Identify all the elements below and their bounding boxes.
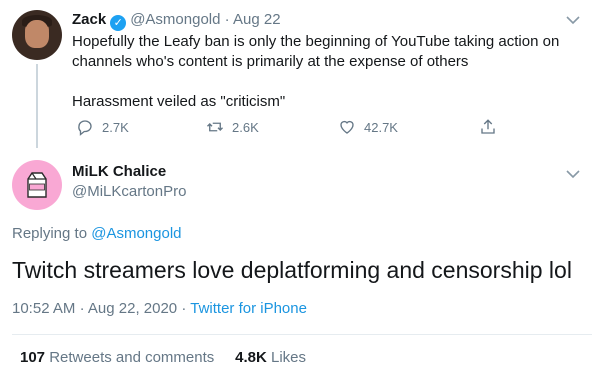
avatar-face	[25, 20, 49, 48]
retweets-count: 107	[20, 349, 46, 366]
parent-more-button[interactable]	[566, 12, 580, 30]
retweets-stat-link[interactable]: 107 Retweets and comments	[20, 349, 214, 366]
reply-count: 2.7K	[102, 119, 129, 135]
retweet-button[interactable]: 2.6K	[206, 118, 259, 136]
tweet-time[interactable]: 10:52 AM	[12, 300, 75, 317]
parent-tweet-text: Hopefully the Leafy ban is only the begi…	[72, 32, 582, 112]
retweet-count: 2.6K	[232, 119, 259, 135]
reply-tweet-text: Twitch streamers love deplatforming and …	[12, 257, 572, 283]
replying-to-line: Replying to @Asmongold	[12, 225, 182, 242]
parent-handle[interactable]: @Asmongold	[130, 11, 220, 28]
like-count: 42.7K	[364, 119, 398, 135]
like-button[interactable]: 42.7K	[338, 118, 398, 136]
parent-tweet-header: Zack ✓ @Asmongold · Aug 22	[72, 11, 281, 31]
header-separator: ·	[224, 11, 230, 28]
replying-prefix: Replying to	[12, 225, 88, 242]
meta-separator-2: ·	[181, 300, 187, 317]
parent-display-name[interactable]: Zack	[72, 11, 106, 28]
share-button[interactable]	[479, 118, 505, 136]
meta-separator-1: ·	[79, 300, 85, 317]
tweet-date[interactable]: Aug 22, 2020	[88, 300, 177, 317]
likes-count: 4.8K	[235, 349, 267, 366]
chevron-down-icon	[566, 170, 580, 179]
chevron-down-icon	[566, 16, 580, 25]
avatar-zack[interactable]	[12, 10, 62, 60]
parent-tweet-line2: Harassment veiled as "criticism"	[72, 93, 286, 110]
parent-date[interactable]: Aug 22	[233, 11, 281, 28]
stats-divider	[12, 334, 592, 335]
likes-stat-link[interactable]: 4.8K Likes	[235, 349, 306, 366]
thread-connector-line	[36, 64, 38, 148]
avatar-milk-chalice[interactable]	[12, 160, 62, 210]
reply-icon	[76, 118, 94, 136]
reply-display-name[interactable]: MiLK Chalice	[72, 163, 166, 180]
replying-mention-link[interactable]: @Asmongold	[91, 225, 181, 242]
tweet-source-link[interactable]: Twitter for iPhone	[190, 300, 307, 317]
parent-tweet-line1: Hopefully the Leafy ban is only the begi…	[72, 33, 560, 70]
tweet-meta: 10:52 AM · Aug 22, 2020 · Twitter for iP…	[12, 300, 307, 317]
verified-badge-icon: ✓	[110, 15, 127, 31]
retweet-icon	[206, 118, 224, 136]
milk-carton-icon	[27, 172, 47, 198]
share-icon	[479, 118, 497, 136]
heart-icon	[338, 118, 356, 136]
tweet-stats: 107 Retweets and comments 4.8K Likes	[20, 349, 306, 366]
reply-more-button[interactable]	[566, 166, 580, 184]
reply-button[interactable]: 2.7K	[76, 118, 129, 136]
retweets-label: Retweets and comments	[49, 349, 215, 366]
reply-handle[interactable]: @MiLKcartonPro	[72, 183, 186, 200]
likes-label: Likes	[270, 349, 307, 366]
